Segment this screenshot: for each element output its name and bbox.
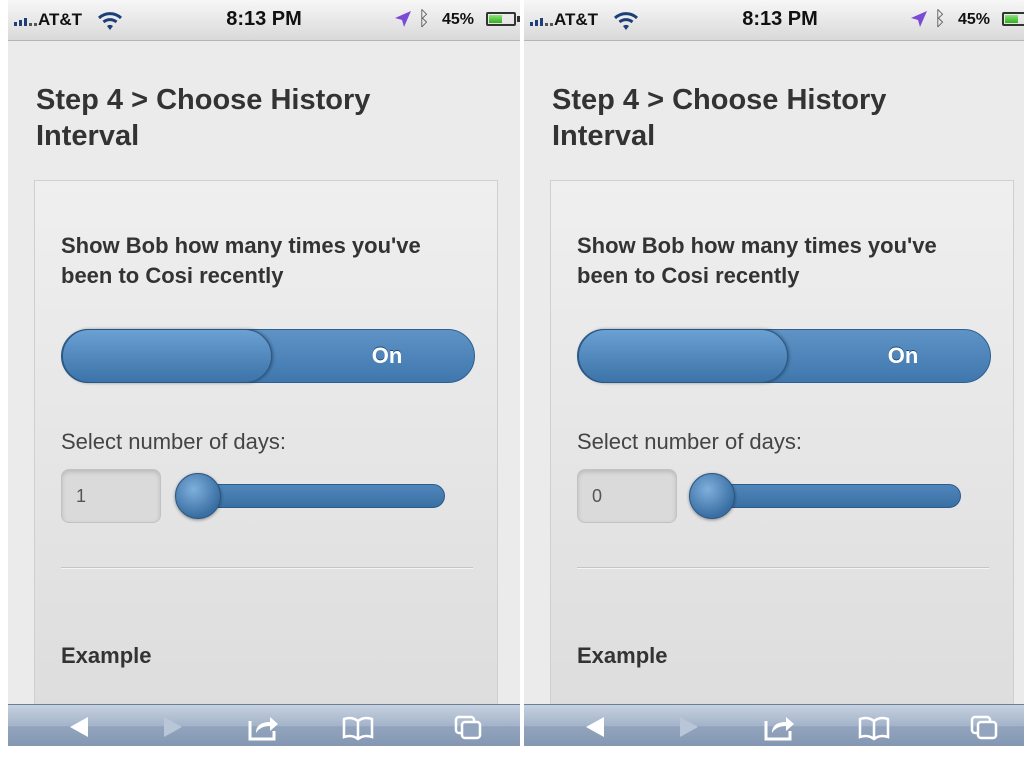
history-toggle-switch[interactable]: On	[577, 329, 991, 383]
status-bar: AT&T 8:13 PM ᛒ 45%	[8, 0, 520, 41]
slider-thumb[interactable]	[689, 473, 735, 519]
days-label: Select number of days:	[61, 429, 287, 454]
slider-track[interactable]	[183, 484, 445, 508]
browser-toolbar	[8, 704, 520, 746]
phone-screen-left: AT&T 8:13 PM ᛒ 45% Step 4 > Choose Histo…	[8, 0, 520, 746]
back-arrow-icon	[70, 717, 88, 737]
toggle-state-label: On	[887, 343, 919, 368]
back-button[interactable]	[60, 709, 100, 745]
share-button[interactable]	[760, 709, 800, 745]
card-title: Show Bob how many times you've been to C…	[577, 233, 937, 288]
forward-arrow-icon	[164, 717, 182, 737]
location-arrow-icon	[395, 11, 411, 27]
divider	[61, 567, 473, 569]
bookmarks-button[interactable]	[854, 709, 894, 745]
example-heading: Example	[577, 643, 668, 668]
status-time: 8:13 PM	[742, 8, 818, 30]
days-slider[interactable]	[173, 471, 445, 521]
slider-track[interactable]	[699, 484, 961, 508]
pages-button[interactable]	[964, 709, 1004, 745]
battery-percent: 45%	[958, 11, 991, 28]
page-title: Step 4 > Choose History Interval	[36, 84, 371, 152]
settings-card: Show Bob how many times you've been to C…	[34, 180, 498, 740]
toggle-knob[interactable]	[578, 329, 788, 383]
forward-button[interactable]	[668, 709, 708, 745]
bookmarks-icon	[342, 716, 374, 741]
share-icon	[248, 717, 278, 741]
battery-percent: 45%	[442, 11, 475, 28]
history-toggle-switch[interactable]: On	[61, 329, 475, 383]
share-button[interactable]	[244, 709, 284, 745]
pages-icon	[454, 715, 482, 740]
pages-icon	[970, 715, 998, 740]
share-icon	[764, 717, 794, 741]
days-slider[interactable]	[689, 471, 961, 521]
battery-icon	[1002, 12, 1024, 26]
card-title: Show Bob how many times you've been to C…	[61, 233, 421, 288]
settings-card: Show Bob how many times you've been to C…	[550, 180, 1014, 740]
pages-button[interactable]	[448, 709, 488, 745]
location-arrow-icon	[911, 11, 927, 27]
phone-screen-right: AT&T 8:13 PM ᛒ 45% Step 4 > Choose Histo…	[524, 0, 1024, 746]
toggle-knob[interactable]	[62, 329, 272, 383]
back-button[interactable]	[576, 709, 616, 745]
toggle-state-label: On	[371, 343, 403, 368]
bluetooth-icon: ᛒ	[418, 8, 430, 30]
slider-thumb[interactable]	[175, 473, 222, 519]
days-label: Select number of days:	[577, 429, 803, 454]
battery-icon	[486, 12, 520, 26]
browser-toolbar	[524, 704, 1024, 746]
bookmarks-button[interactable]	[338, 709, 378, 745]
back-arrow-icon	[586, 717, 604, 737]
days-input[interactable]	[61, 469, 161, 523]
forward-button[interactable]	[152, 709, 192, 745]
bookmarks-icon	[858, 716, 890, 741]
status-bar: AT&T 8:13 PM ᛒ 45%	[524, 0, 1024, 41]
forward-arrow-icon	[680, 717, 698, 737]
days-input[interactable]	[577, 469, 677, 523]
divider	[577, 567, 989, 569]
page-title: Step 4 > Choose History Interval	[552, 84, 887, 152]
bluetooth-icon: ᛒ	[934, 8, 946, 30]
example-heading: Example	[61, 643, 152, 668]
